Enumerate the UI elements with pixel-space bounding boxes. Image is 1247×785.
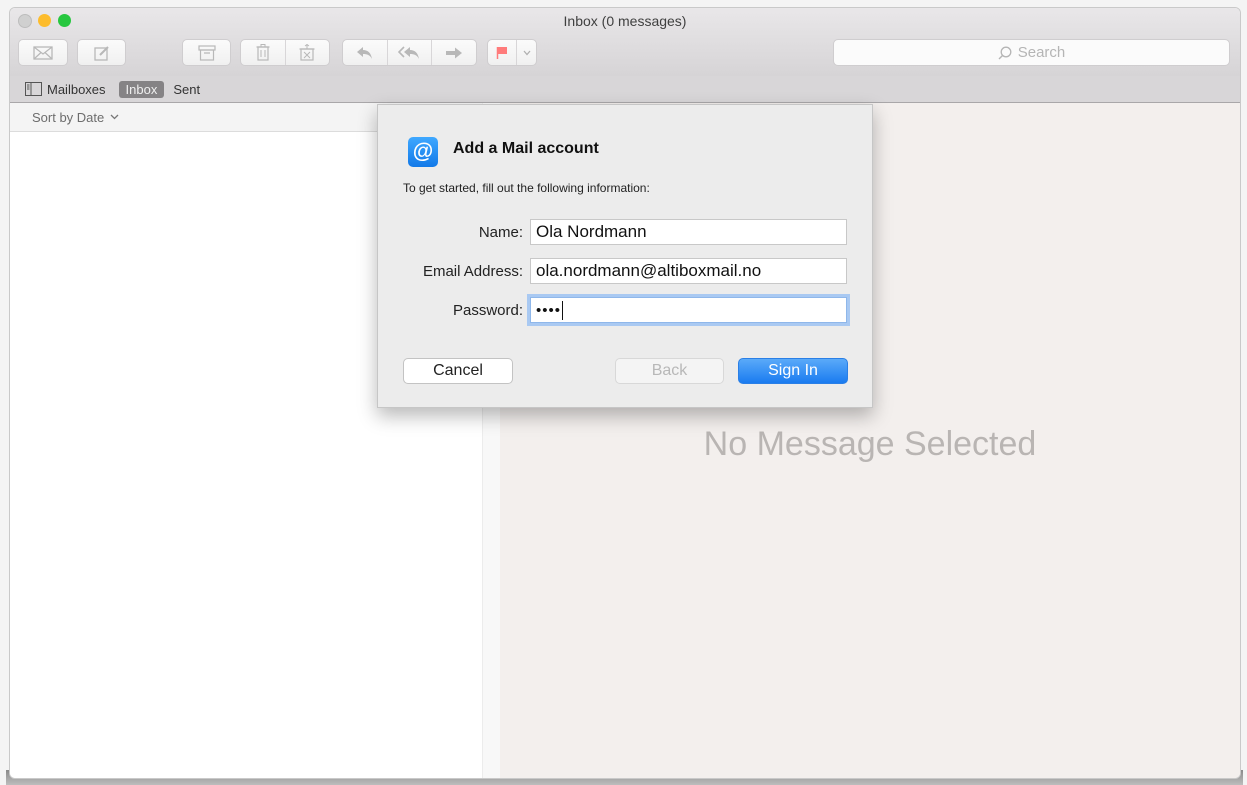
- password-row: Password: ••••: [378, 297, 872, 323]
- no-message-text: No Message Selected: [703, 425, 1037, 463]
- sidebar-toggle-icon: [25, 82, 42, 96]
- archive-button[interactable]: [182, 39, 231, 66]
- mailboxes-toggle[interactable]: Mailboxes: [18, 81, 113, 98]
- dialog-title: Add a Mail account: [453, 140, 599, 157]
- email-value: ola.nordmann@altiboxmail.no: [536, 261, 762, 280]
- text-caret: [562, 300, 564, 320]
- dialog-subtitle: To get started, fill out the following i…: [403, 181, 650, 195]
- forward-button[interactable]: [432, 40, 476, 65]
- inbox-label: Inbox: [125, 81, 158, 97]
- name-label: Name:: [478, 224, 523, 241]
- flag-menu-button[interactable]: [517, 40, 536, 65]
- sent-label: Sent: [173, 81, 201, 97]
- titlebar: Inbox (0 messages) Search: [10, 8, 1240, 77]
- favorite-sent[interactable]: Sent: [166, 81, 207, 98]
- reply-all-arrow-icon: [397, 45, 419, 59]
- window-title: Inbox (0 messages): [563, 13, 687, 29]
- flag-group: [487, 39, 537, 66]
- search-field[interactable]: Search: [833, 39, 1230, 66]
- sign-in-button[interactable]: Sign In: [738, 358, 848, 384]
- compose-icon: [93, 45, 109, 61]
- reply-arrow-icon: [356, 46, 372, 59]
- envelope-icon: [33, 45, 53, 60]
- search-placeholder: Search: [1017, 44, 1066, 61]
- delete-junk-group: [240, 39, 330, 66]
- email-label: Email Address:: [422, 263, 523, 280]
- search-icon: [998, 46, 1012, 59]
- reply-all-button[interactable]: [388, 40, 433, 65]
- compose-button[interactable]: [77, 39, 126, 66]
- name-row: Name: Ola Nordmann: [378, 219, 872, 245]
- back-button[interactable]: Back: [615, 358, 724, 384]
- forward-arrow-icon: [446, 47, 463, 58]
- add-account-dialog: @ Add a Mail account To get started, fil…: [377, 104, 873, 408]
- flag-icon: [496, 46, 508, 59]
- name-field[interactable]: Ola Nordmann: [530, 219, 847, 245]
- archive-box-icon: [197, 44, 216, 61]
- junk-button[interactable]: [286, 40, 330, 65]
- email-field[interactable]: ola.nordmann@altiboxmail.no: [530, 258, 847, 284]
- delete-button[interactable]: [241, 40, 286, 65]
- chevron-down-icon: [523, 50, 531, 55]
- get-mail-button[interactable]: [18, 39, 68, 66]
- at-sign-icon: @: [408, 137, 438, 167]
- junk-icon: [299, 44, 315, 61]
- trash-icon: [256, 44, 270, 61]
- email-row: Email Address: ola.nordmann@altiboxmail.…: [378, 258, 872, 284]
- reply-group: [342, 39, 477, 66]
- cancel-button[interactable]: Cancel: [403, 358, 513, 384]
- flag-button[interactable]: [488, 40, 518, 65]
- reply-button[interactable]: [343, 40, 388, 65]
- name-value: Ola Nordmann: [536, 222, 647, 241]
- favorite-inbox[interactable]: Inbox: [118, 80, 165, 98]
- favorites-bar: Mailboxes Inbox Sent: [10, 76, 1240, 103]
- password-value: ••••: [536, 301, 562, 319]
- mailboxes-label: Mailboxes: [47, 81, 106, 97]
- sort-label: Sort by Date: [32, 109, 105, 125]
- chevron-down-icon: [110, 114, 119, 120]
- password-field[interactable]: ••••: [530, 297, 847, 323]
- password-label: Password:: [452, 302, 523, 319]
